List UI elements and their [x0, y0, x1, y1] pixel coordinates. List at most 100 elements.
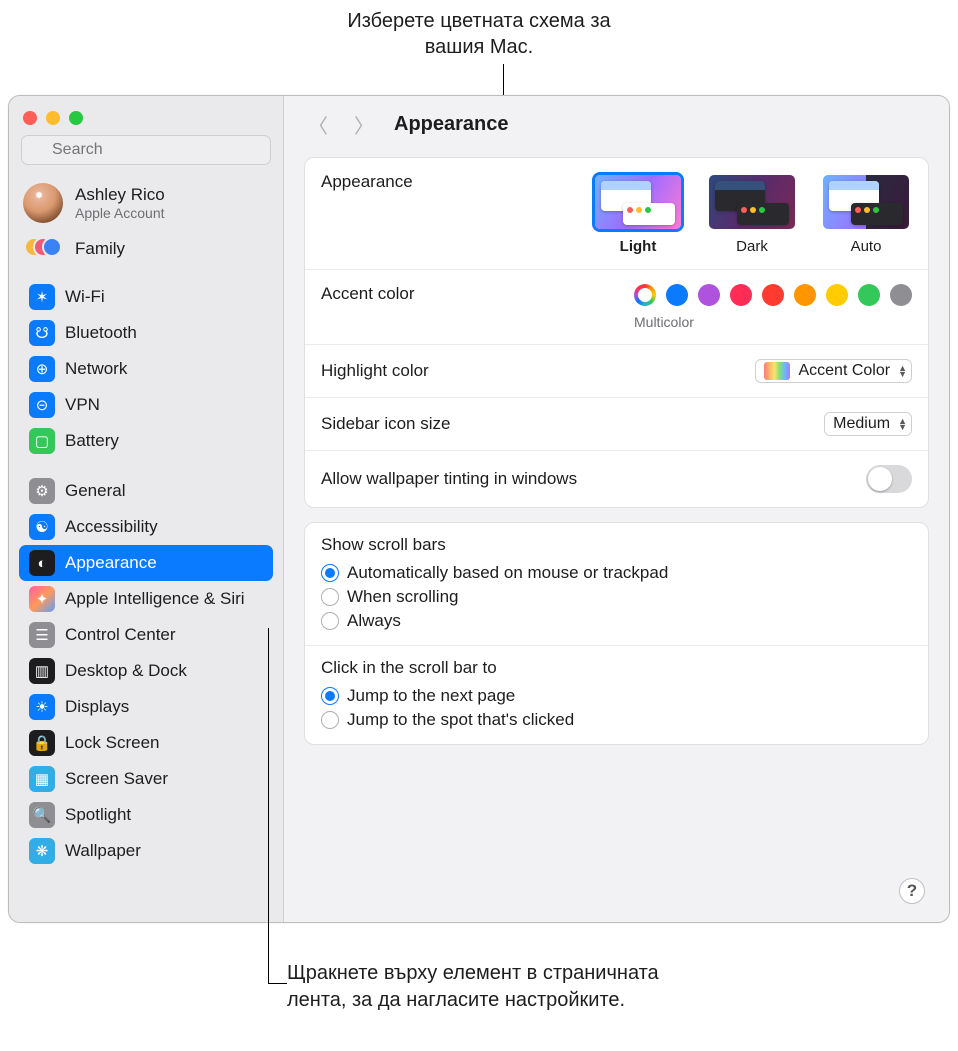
- sidebar-item-label: VPN: [65, 395, 100, 415]
- spotlight-icon: 🔍: [29, 802, 55, 828]
- sidebar-item-appearance[interactable]: ◐ Appearance: [19, 545, 273, 581]
- general-icon: ⚙: [29, 478, 55, 504]
- sidebar-item-accessibility[interactable]: ☯Accessibility: [19, 509, 273, 545]
- appearance-row: Appearance Light Dark Auto: [305, 158, 928, 270]
- dock-icon: ▥: [29, 658, 55, 684]
- highlight-row: Highlight color Accent Color ▲▼: [305, 345, 928, 398]
- appearance-option-label: Light: [620, 238, 657, 255]
- page-title: Appearance: [394, 113, 509, 136]
- appearance-thumb-light: [592, 172, 684, 232]
- appearance-option-label: Dark: [736, 238, 768, 255]
- accent-purple[interactable]: [698, 284, 720, 306]
- highlight-label: Highlight color: [321, 361, 429, 381]
- network-icon: ⊕: [29, 356, 55, 382]
- family-label: Family: [75, 239, 125, 259]
- highlight-value: Accent Color: [798, 362, 890, 380]
- accent-pink[interactable]: [730, 284, 752, 306]
- accent-red[interactable]: [762, 284, 784, 306]
- accent-multi[interactable]: [634, 284, 656, 306]
- forward-button[interactable]: 〉: [348, 108, 380, 141]
- sidebar-size-row: Sidebar icon size Medium ▲▼: [305, 398, 928, 451]
- settings-window: 🔍 Ashley Rico Apple Account Family ✶Wi-F…: [8, 95, 950, 923]
- sidebar-item-label: Network: [65, 359, 127, 379]
- sidebar-item-lock[interactable]: 🔒Lock Screen: [19, 725, 273, 761]
- wifi-icon: ✶: [29, 284, 55, 310]
- header: 〈 〉 Appearance: [284, 96, 949, 153]
- appearance-option-auto[interactable]: Auto: [820, 172, 912, 255]
- sidebar-item-label: Appearance: [65, 553, 157, 573]
- account-sub: Apple Account: [75, 205, 165, 221]
- highlight-swatch-icon: [764, 362, 790, 380]
- close-button[interactable]: [23, 111, 37, 125]
- sidebar-item-battery[interactable]: ▢Battery: [19, 423, 273, 459]
- sidebar-item-bluetooth[interactable]: ☋Bluetooth: [19, 315, 273, 351]
- sidebar-item-network[interactable]: ⊕ Network: [19, 351, 273, 387]
- chevron-updown-icon: ▲▼: [898, 418, 907, 430]
- scrollbars-option-0[interactable]: Automatically based on mouse or trackpad: [321, 561, 912, 585]
- sidebar-item-wallpaper[interactable]: ❋ Wallpaper: [19, 833, 273, 869]
- appearance-option-light[interactable]: Light: [592, 172, 684, 255]
- sidebar-size-popup[interactable]: Medium ▲▼: [824, 412, 912, 436]
- scrollbars-option-1[interactable]: When scrolling: [321, 585, 912, 609]
- account-row[interactable]: Ashley Rico Apple Account: [9, 175, 283, 231]
- tinting-row: Allow wallpaper tinting in windows: [305, 451, 928, 507]
- sidebar-item-control-center[interactable]: ☰Control Center: [19, 617, 273, 653]
- chevron-updown-icon: ▲▼: [898, 365, 907, 377]
- appearance-option-dark[interactable]: Dark: [706, 172, 798, 255]
- callout-bottom-line: [268, 628, 287, 984]
- radio-label: Jump to the spot that's clicked: [347, 710, 574, 730]
- appearance-thumb-dark: [706, 172, 798, 232]
- highlight-popup[interactable]: Accent Color ▲▼: [755, 359, 912, 383]
- appearance-panel: Appearance Light Dark Auto Accent color Mu…: [304, 157, 929, 508]
- sidebar-size-value: Medium: [833, 415, 890, 433]
- sidebar-item-label: Apple Intelligence & Siri: [65, 589, 245, 609]
- scrollclick-option-0[interactable]: Jump to the next page: [321, 684, 912, 708]
- callout-top: Изберете цветната схема за вашия Mac.: [340, 8, 618, 60]
- scrollbars-title: Show scroll bars: [321, 535, 912, 555]
- accent-gray[interactable]: [890, 284, 912, 306]
- radio-icon: [321, 612, 339, 630]
- accent-green[interactable]: [858, 284, 880, 306]
- accent-orange[interactable]: [794, 284, 816, 306]
- avatar: [23, 183, 63, 223]
- tinting-toggle[interactable]: [866, 465, 912, 493]
- help-button[interactable]: ?: [899, 878, 925, 904]
- sidebar-item-displays[interactable]: ☀Displays: [19, 689, 273, 725]
- battery-icon: ▢: [29, 428, 55, 454]
- callout-bottom: Щракнете върху елемент в страничната лен…: [287, 960, 687, 1014]
- radio-icon: [321, 711, 339, 729]
- wallpaper-icon: ❋: [29, 838, 55, 864]
- accent-label: Accent color: [321, 284, 415, 304]
- family-row[interactable]: Family: [9, 231, 283, 275]
- search-input[interactable]: [21, 135, 271, 165]
- radio-icon: [321, 687, 339, 705]
- accessibility-icon: ☯: [29, 514, 55, 540]
- sidebar-item-vpn[interactable]: ⊝VPN: [19, 387, 273, 423]
- radio-label: Always: [347, 611, 401, 631]
- sidebar-item-ai[interactable]: ✦Apple Intelligence & Siri: [19, 581, 273, 617]
- accent-row: Accent color Multicolor: [305, 270, 928, 345]
- accent-blue[interactable]: [666, 284, 688, 306]
- sidebar-item-spotlight[interactable]: 🔍Spotlight: [19, 797, 273, 833]
- radio-label: When scrolling: [347, 587, 459, 607]
- appearance-option-label: Auto: [851, 238, 882, 255]
- sidebar-item-screensaver[interactable]: ▦Screen Saver: [19, 761, 273, 797]
- scrollclick-option-1[interactable]: Jump to the spot that's clicked: [321, 708, 912, 732]
- maximize-button[interactable]: [69, 111, 83, 125]
- sidebar-item-dock[interactable]: ▥Desktop & Dock: [19, 653, 273, 689]
- sidebar-item-general[interactable]: ⚙General: [19, 473, 273, 509]
- minimize-button[interactable]: [46, 111, 60, 125]
- accent-yellow[interactable]: [826, 284, 848, 306]
- appearance-icon: ◐: [29, 550, 55, 576]
- scrollbars-option-2[interactable]: Always: [321, 609, 912, 633]
- sidebar-item-wifi[interactable]: ✶Wi-Fi: [19, 279, 273, 315]
- radio-label: Automatically based on mouse or trackpad: [347, 563, 668, 583]
- sidebar-item-label: Wallpaper: [65, 841, 141, 861]
- control-center-icon: ☰: [29, 622, 55, 648]
- sidebar-item-label: Lock Screen: [65, 733, 160, 753]
- appearance-label: Appearance: [321, 172, 413, 192]
- sidebar: 🔍 Ashley Rico Apple Account Family ✶Wi-F…: [9, 96, 284, 922]
- back-button[interactable]: 〈: [302, 108, 334, 141]
- sidebar-item-label: Screen Saver: [65, 769, 168, 789]
- radio-icon: [321, 564, 339, 582]
